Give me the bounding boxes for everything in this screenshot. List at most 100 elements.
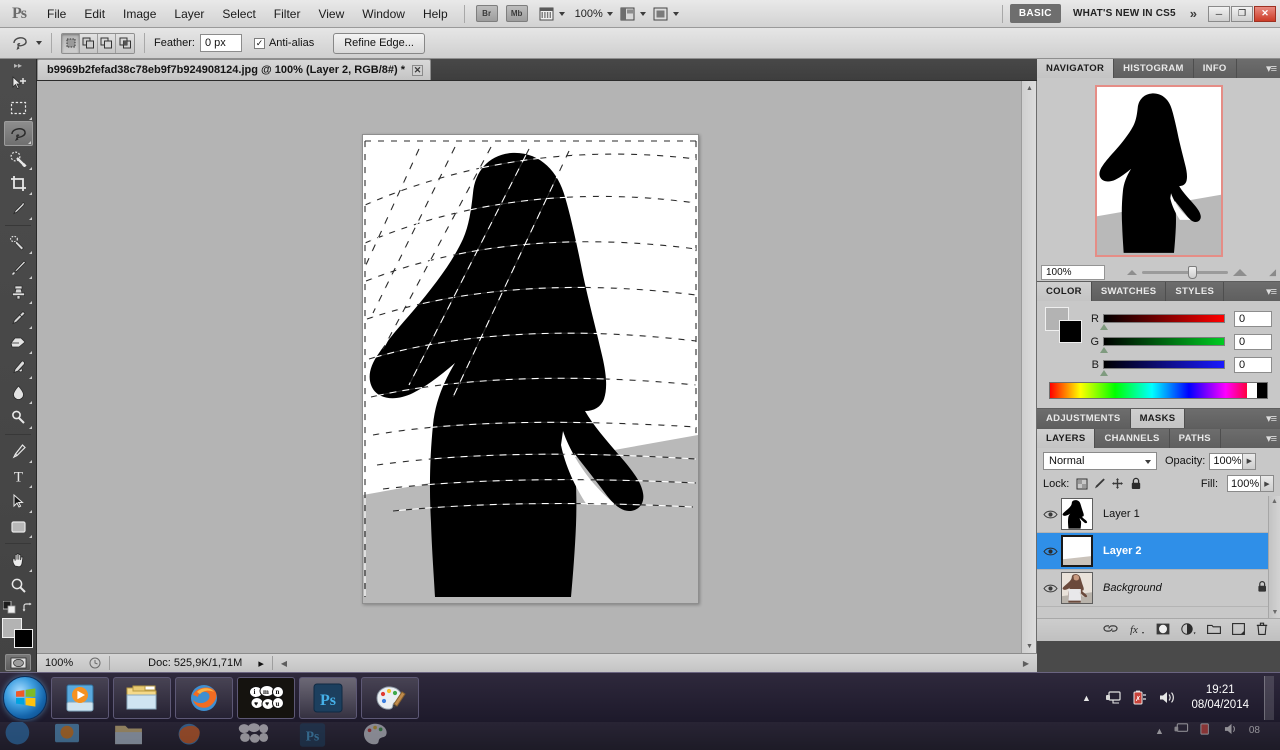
- default-colors-icon[interactable]: [2, 601, 16, 614]
- screen-mode-icon[interactable]: [619, 6, 636, 22]
- green-value-input[interactable]: 0: [1234, 333, 1272, 350]
- battery-icon[interactable]: ✗: [1131, 689, 1149, 707]
- clone-stamp-tool[interactable]: [4, 280, 33, 305]
- taskbar-item-photoshop[interactable]: Ps: [299, 676, 357, 719]
- blur-tool[interactable]: [4, 380, 33, 405]
- lock-image-pixels-icon[interactable]: [1092, 476, 1107, 491]
- arrange-documents-icon[interactable]: [652, 6, 669, 22]
- lock-transparent-pixels-icon[interactable]: [1074, 476, 1089, 491]
- new-selection-button[interactable]: [62, 33, 80, 53]
- add-layer-mask-icon[interactable]: [1156, 623, 1170, 638]
- workspace-more-chevron-icon[interactable]: »: [1184, 6, 1203, 21]
- brush-tool[interactable]: [4, 255, 33, 280]
- start-orb-icon[interactable]: [3, 675, 47, 720]
- pen-tool[interactable]: [4, 439, 33, 464]
- menu-view[interactable]: View: [309, 1, 353, 27]
- tab-styles[interactable]: STYLES: [1166, 282, 1225, 301]
- anti-alias-control[interactable]: ✓ Anti-alias: [253, 37, 319, 49]
- tab-channels[interactable]: CHANNELS: [1095, 429, 1170, 448]
- spot-healing-brush-tool[interactable]: [4, 230, 33, 255]
- close-button[interactable]: ✕: [1254, 5, 1276, 22]
- menu-help[interactable]: Help: [414, 1, 457, 27]
- launch-mini-bridge-button[interactable]: Mb: [505, 5, 528, 22]
- taskbar-item-firefox[interactable]: [175, 676, 233, 719]
- layer-thumbnail[interactable]: [1061, 535, 1093, 567]
- delete-layer-icon[interactable]: [1256, 622, 1268, 638]
- dodge-tool[interactable]: [4, 405, 33, 430]
- view-extras-icon[interactable]: [538, 6, 555, 22]
- layer-thumbnail[interactable]: [1061, 498, 1093, 530]
- show-hidden-icons-icon[interactable]: ▲: [1077, 689, 1095, 707]
- blue-slider-thumb[interactable]: [1100, 370, 1108, 376]
- zoom-chevron-down-icon[interactable]: [606, 11, 613, 16]
- navigator-zoom-slider[interactable]: [1105, 265, 1269, 279]
- menu-select[interactable]: Select: [213, 1, 264, 27]
- layer-name[interactable]: Background: [1103, 582, 1162, 594]
- green-slider-thumb[interactable]: [1100, 347, 1108, 353]
- status-hscroll-left-icon[interactable]: ◀: [273, 654, 295, 673]
- document-tab[interactable]: b9969b2fefad38c78eb9f7b924908124.jpg @ 1…: [37, 59, 432, 80]
- new-adjustment-layer-icon[interactable]: [1181, 622, 1196, 638]
- new-group-icon[interactable]: [1207, 623, 1221, 637]
- layer-scroll-up-icon[interactable]: ▲: [1269, 496, 1280, 505]
- layer-name[interactable]: Layer 1: [1103, 508, 1140, 520]
- swap-colors-icon[interactable]: [22, 602, 34, 614]
- zoom-out-icon[interactable]: [1127, 269, 1138, 275]
- tab-navigator[interactable]: NAVIGATOR: [1037, 59, 1115, 78]
- layers-panel-menu-icon[interactable]: ▾≡: [1266, 429, 1277, 448]
- background-color-swatch[interactable]: [14, 629, 33, 648]
- workspace-basic-button[interactable]: BASIC: [1009, 4, 1061, 23]
- scroll-down-icon[interactable]: ▼: [1022, 639, 1036, 653]
- workspace-whats-new-button[interactable]: WHAT'S NEW IN CS5: [1065, 8, 1184, 19]
- taskbar-item-paint[interactable]: [361, 676, 419, 719]
- tab-masks[interactable]: MASKS: [1130, 409, 1186, 428]
- navigator-zoom-input[interactable]: 100%: [1041, 264, 1105, 280]
- status-info-arrow-icon[interactable]: ▸: [250, 654, 272, 673]
- quick-selection-tool[interactable]: [4, 146, 33, 171]
- zoom-level-display[interactable]: 100%: [575, 8, 613, 20]
- fill-input[interactable]: 100%: [1227, 475, 1261, 492]
- eraser-tool[interactable]: [4, 330, 33, 355]
- tool-preset-chevron-down-icon[interactable]: [36, 41, 42, 45]
- tab-adjustments[interactable]: ADJUSTMENTS: [1037, 409, 1131, 428]
- show-desktop-button[interactable]: [1264, 675, 1274, 720]
- eyedropper-tool[interactable]: [4, 196, 33, 221]
- gradient-tool[interactable]: [4, 355, 33, 380]
- taskbar-item-windows-media-player[interactable]: [51, 676, 109, 719]
- arrange-chevron-down-icon[interactable]: [672, 11, 679, 16]
- lock-position-icon[interactable]: [1110, 476, 1125, 491]
- layer-row-3[interactable]: Background: [1037, 570, 1280, 607]
- minimize-button[interactable]: ─: [1208, 5, 1230, 22]
- zoom-in-icon[interactable]: [1233, 268, 1248, 276]
- layer-scroll-down-icon[interactable]: ▼: [1269, 609, 1280, 616]
- move-tool[interactable]: [4, 71, 33, 96]
- zoom-slider-thumb[interactable]: [1188, 265, 1198, 279]
- crop-tool[interactable]: [4, 171, 33, 196]
- canvas-vertical-scrollbar[interactable]: ▲ ▼: [1021, 81, 1036, 653]
- blend-mode-select[interactable]: Normal: [1043, 452, 1157, 470]
- add-layer-style-icon[interactable]: fx: [1129, 623, 1145, 638]
- navigator-panel-menu-icon[interactable]: ▾≡: [1266, 59, 1277, 78]
- menu-edit[interactable]: Edit: [75, 1, 114, 27]
- layer-visibility-toggle[interactable]: [1039, 570, 1061, 607]
- opacity-slider-button[interactable]: ▶: [1243, 452, 1257, 470]
- link-layers-icon[interactable]: [1103, 623, 1118, 637]
- document-tab-close-icon[interactable]: ✕: [412, 64, 424, 76]
- launch-bridge-button[interactable]: Br: [475, 5, 498, 22]
- lock-all-icon[interactable]: [1128, 476, 1143, 491]
- taskbar-clock[interactable]: 19:21 08/04/2014: [1185, 683, 1255, 713]
- fill-slider-button[interactable]: ▶: [1261, 475, 1274, 492]
- path-selection-tool[interactable]: [4, 489, 33, 514]
- lasso-tool-icon[interactable]: [10, 32, 32, 54]
- view-extras-chevron-down-icon[interactable]: [558, 11, 565, 16]
- volume-icon[interactable]: [1158, 689, 1176, 707]
- layer-list-scrollbar[interactable]: ▲ ▼: [1268, 496, 1280, 618]
- taskbar-item-imvu[interactable]: imn ♥ ♥ u: [237, 676, 295, 719]
- add-to-selection-button[interactable]: [80, 33, 98, 53]
- navigator-thumbnail-wrap[interactable]: [1037, 78, 1280, 263]
- screen-mode-chevron-down-icon[interactable]: [639, 11, 646, 16]
- tab-info[interactable]: INFO: [1193, 59, 1237, 78]
- scroll-up-icon[interactable]: ▲: [1022, 81, 1036, 95]
- layer-row-1[interactable]: Layer 1: [1037, 496, 1280, 533]
- navigator-view-box[interactable]: [1094, 84, 1223, 257]
